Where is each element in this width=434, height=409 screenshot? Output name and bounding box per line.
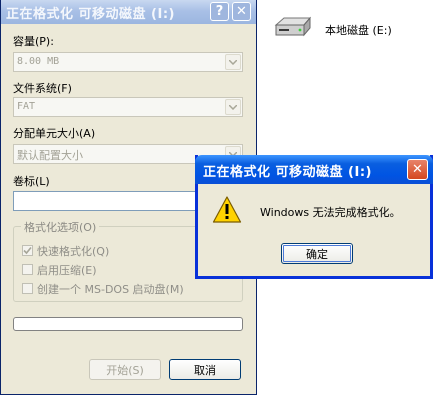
enable-compression-label: 启用压缩(E) xyxy=(37,264,97,277)
capacity-select[interactable]: 8.00 MB xyxy=(13,52,243,72)
format-dialog-title: 正在格式化 可移动磁盘 (I:) xyxy=(6,7,175,22)
quick-format-label: 快速格式化(Q) xyxy=(37,245,110,258)
msdos-boot-label: 创建一个 MS-DOS 启动盘(M) xyxy=(37,283,184,296)
drive-label[interactable]: 本地磁盘 (E:) xyxy=(325,22,392,38)
volume-label: 卷标(L) xyxy=(13,175,50,188)
error-close-button[interactable]: ✕ xyxy=(407,159,428,180)
error-dialog: 正在格式化 可移动磁盘 (I:) ✕ Windows 无法完成格式化。 确定 xyxy=(195,155,433,279)
enable-compression-option[interactable]: 启用压缩(E) xyxy=(22,262,97,278)
capacity-value: 8.00 MB xyxy=(17,56,60,67)
start-button[interactable]: 开始(S) xyxy=(89,359,161,380)
filesystem-select[interactable]: FAT xyxy=(13,97,243,117)
help-icon: ? xyxy=(215,4,224,19)
format-progress-bar xyxy=(13,317,243,331)
chevron-down-icon[interactable] xyxy=(225,54,241,70)
chevron-down-icon[interactable] xyxy=(225,99,241,115)
format-options-title: 格式化选项(O) xyxy=(21,219,100,235)
close-icon: ✕ xyxy=(412,162,423,177)
msdos-boot-option[interactable]: 创建一个 MS-DOS 启动盘(M) xyxy=(22,281,184,297)
error-message: Windows 无法完成格式化。 xyxy=(260,206,401,219)
error-dialog-title: 正在格式化 可移动磁盘 (I:) xyxy=(203,165,372,180)
allocation-value: 默认配置大小 xyxy=(17,149,83,162)
warning-icon xyxy=(212,196,242,223)
close-icon: ✕ xyxy=(236,4,247,19)
capacity-label: 容量(P): xyxy=(13,35,54,48)
ok-button[interactable]: 确定 xyxy=(281,243,353,264)
filesystem-label: 文件系统(F) xyxy=(13,82,72,95)
cancel-button[interactable]: 取消 xyxy=(169,359,241,380)
quick-format-checkbox[interactable] xyxy=(22,245,33,256)
enable-compression-checkbox[interactable] xyxy=(22,264,33,275)
quick-format-option[interactable]: 快速格式化(Q) xyxy=(22,243,109,259)
format-dialog-titlebar[interactable]: 正在格式化 可移动磁盘 (I:) ? ✕ xyxy=(1,0,256,24)
msdos-boot-checkbox[interactable] xyxy=(22,283,33,294)
hard-drive-icon[interactable] xyxy=(272,15,312,41)
allocation-label: 分配单元大小(A) xyxy=(13,127,96,140)
format-close-button[interactable]: ✕ xyxy=(232,2,251,21)
filesystem-value: FAT xyxy=(17,101,36,112)
error-dialog-titlebar[interactable]: 正在格式化 可移动磁盘 (I:) ✕ xyxy=(195,155,433,184)
help-button[interactable]: ? xyxy=(210,2,229,21)
